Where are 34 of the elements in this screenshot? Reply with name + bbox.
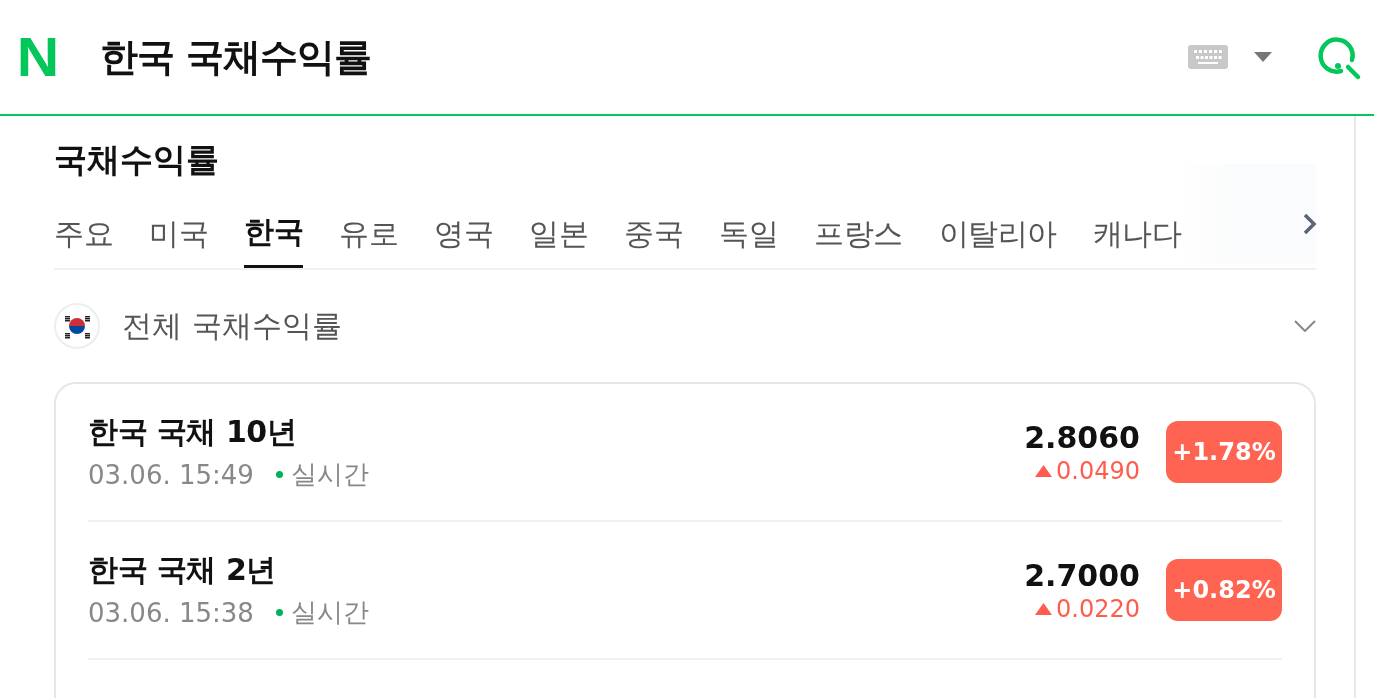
bond-name[interactable]: 한국 국채 2년 [88, 550, 1025, 591]
country-tab[interactable]: 한국 [244, 194, 303, 268]
status-label: 실시간 [290, 458, 369, 491]
up-triangle-icon [1035, 602, 1052, 615]
change-value: 0.0490 [1056, 456, 1140, 485]
section-title: 국채수익률 [54, 139, 220, 181]
yield-value: 2.8060 [1024, 419, 1140, 455]
filter-label[interactable]: 전체 국채수익률 [122, 305, 342, 347]
country-tab[interactable]: 유로 [339, 194, 398, 268]
country-tab[interactable]: 주요 [54, 194, 113, 268]
country-tab[interactable]: 미국 [149, 194, 208, 268]
yield-value: 2.7000 [1024, 557, 1140, 593]
change-rate-badge: +0.82% [1166, 559, 1282, 621]
country-tab[interactable]: 이탈리아 [938, 194, 1057, 268]
change-rate-badge: +1.78% [1166, 421, 1282, 483]
country-tab[interactable]: 중국 [624, 194, 683, 268]
caret-icon[interactable] [1254, 52, 1272, 62]
country-tab[interactable]: 일본 [529, 194, 588, 268]
timestamp: 03.06. 15:38 [88, 597, 254, 628]
live-dot-icon [275, 609, 283, 616]
country-tab[interactable]: 영국 [434, 194, 493, 268]
country-tab[interactable]: 프랑스 [814, 194, 903, 268]
live-dot-icon [275, 471, 283, 478]
country-tab[interactable]: 독일 [719, 194, 778, 268]
chevron-right-icon[interactable] [1302, 212, 1318, 236]
change-value: 0.0220 [1056, 594, 1140, 623]
status-label: 실시간 [290, 596, 369, 629]
timestamp: 03.06. 15:49 [88, 459, 254, 490]
bond-name[interactable]: 한국 국채 10년 [88, 412, 1025, 453]
up-triangle-icon [1035, 464, 1052, 477]
chevron-down-icon[interactable] [1294, 320, 1316, 332]
country-tab[interactable]: 캐나다 [1092, 194, 1181, 268]
page-title: 한국 국채수익률 [100, 33, 372, 81]
flag-icon [54, 303, 100, 349]
